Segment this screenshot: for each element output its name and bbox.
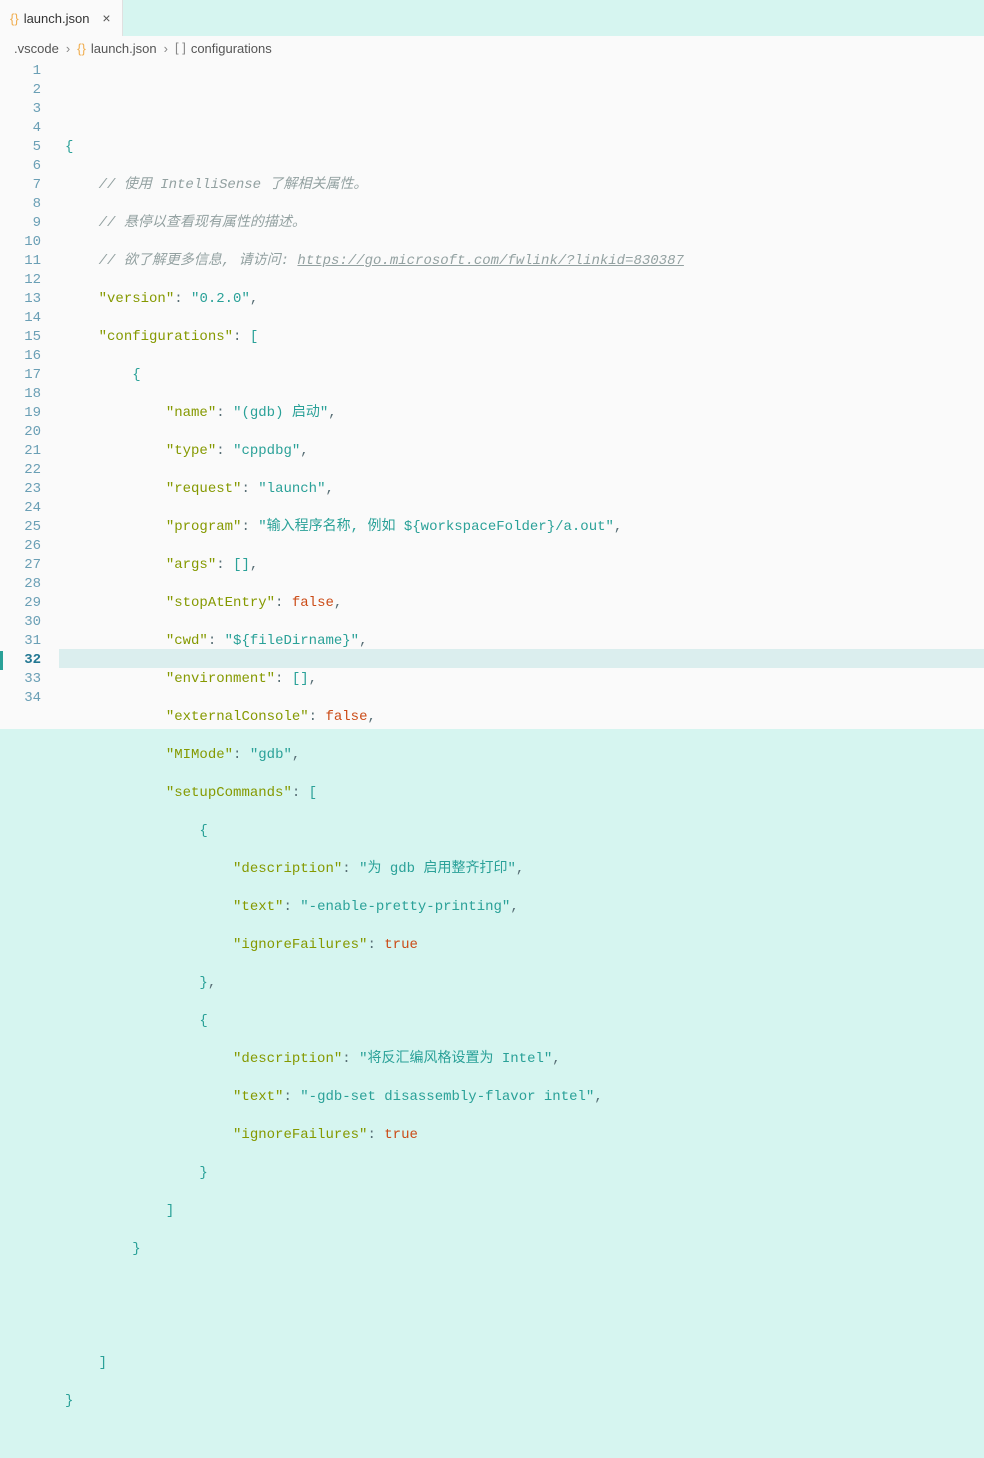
breadcrumb[interactable]: .vscode › {} launch.json › [ ] configura…	[0, 36, 984, 60]
close-icon[interactable]: ×	[98, 10, 114, 26]
code-editor[interactable]: 1 2 3 4 5 6 7 8 9 10 11 12 13 14 15 16 1…	[0, 60, 984, 729]
line-number-gutter: 1 2 3 4 5 6 7 8 9 10 11 12 13 14 15 16 1…	[0, 60, 59, 729]
json-icon: {}	[10, 11, 19, 26]
tab-filename: launch.json	[24, 11, 90, 26]
chevron-right-icon: ›	[164, 41, 168, 56]
gutter-current-marker	[0, 651, 3, 670]
breadcrumb-seg-symbol[interactable]: configurations	[191, 41, 272, 56]
tab-bar: {} launch.json ×	[0, 0, 984, 36]
array-icon: [ ]	[175, 40, 186, 55]
breadcrumb-seg-file[interactable]: launch.json	[91, 41, 157, 56]
tab-launch-json[interactable]: {} launch.json ×	[0, 0, 123, 36]
breadcrumb-seg-folder[interactable]: .vscode	[14, 41, 59, 56]
json-icon: {}	[77, 41, 86, 56]
code-area[interactable]: { // 使用 IntelliSense 了解相关属性。 // 悬停以查看现有属…	[59, 60, 984, 729]
chevron-right-icon: ›	[66, 41, 70, 56]
